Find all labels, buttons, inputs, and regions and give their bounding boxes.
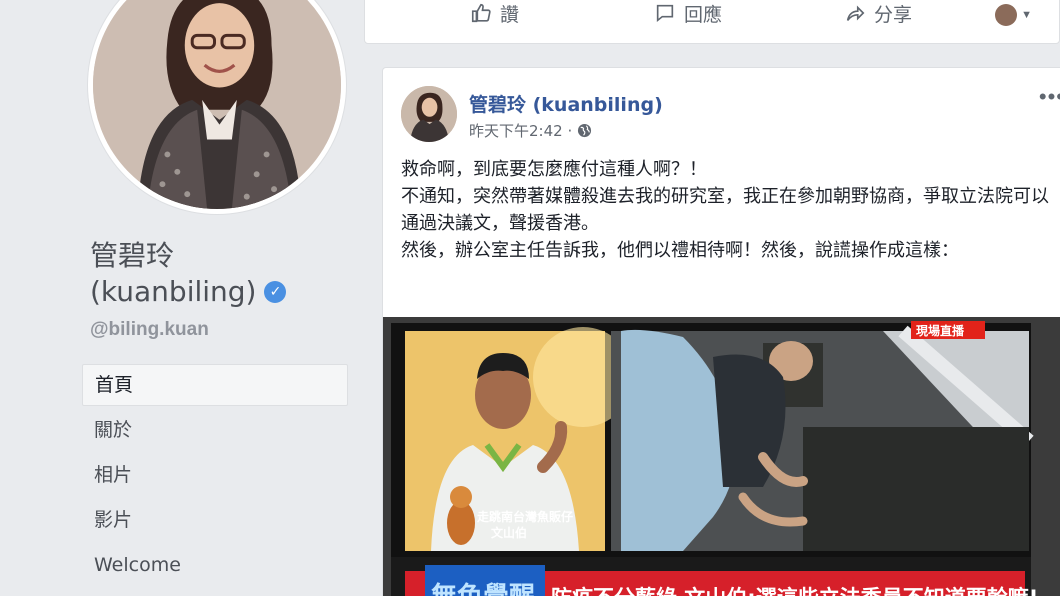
tv-ticker-text: 防疫不分藍綠 文山伯:選這些立法委員不知道要幹嘛! xyxy=(551,586,1038,596)
profile-sidebar: 管碧玲 (kuanbiling) ✓ @biling.kuan 首頁 關於 相片… xyxy=(0,0,365,596)
post-paragraph: 救命啊，到底要怎麼應付這種人啊？！ xyxy=(401,159,707,180)
tv-screenshot-image: 走跳南台灣魚販仔 文山伯 現場直播 無色覺醒 防疫不分藍綠 文山伯:選這些立法委… xyxy=(383,317,1060,596)
comment-label: 回應 xyxy=(684,3,723,26)
post-options-button[interactable]: ••• xyxy=(1039,84,1060,110)
post-paragraph: 不通知，突然帶著媒體殺進去我的研究室，我正在參加朝野協商，爭取立法院可以通過決議… xyxy=(401,186,1049,234)
post-photo[interactable]: 走跳南台灣魚販仔 文山伯 現場直播 無色覺醒 防疫不分藍綠 文山伯:選這些立法委… xyxy=(383,317,1060,596)
nav-item-photos[interactable]: 相片 xyxy=(82,454,348,499)
post-timestamp[interactable]: 昨天下午2:42 · xyxy=(469,120,572,141)
globe-icon xyxy=(578,123,592,138)
share-as-selector[interactable]: ▼ xyxy=(995,4,1032,26)
profile-name[interactable]: 管碧玲 (kuanbiling) ✓ xyxy=(90,238,355,310)
share-as-avatar xyxy=(995,4,1018,26)
tv-ticker-logo: 無色覺醒 xyxy=(431,581,535,596)
like-button[interactable]: 讚 xyxy=(470,0,519,28)
tv-caption-show: 走跳南台灣魚販仔 xyxy=(477,509,573,524)
profile-name-line1: 管碧玲 xyxy=(90,239,175,272)
nav-item-home[interactable]: 首頁 xyxy=(82,364,348,406)
like-label: 讚 xyxy=(500,3,520,26)
previous-post-actions: 讚 回應 分享 ▼ xyxy=(382,0,1060,40)
verified-badge-icon: ✓ xyxy=(264,281,287,303)
share-label: 分享 xyxy=(874,3,913,26)
page-nav: 首頁 關於 相片 影片 Welcome xyxy=(82,364,348,589)
author-avatar-image xyxy=(401,86,457,142)
nav-item-welcome[interactable]: Welcome xyxy=(82,544,348,589)
tv-caption-name: 文山伯 xyxy=(491,525,527,540)
profile-picture[interactable] xyxy=(88,0,346,214)
post-card: 管碧玲 (kuanbiling) 昨天下午2:42 · ••• 救命啊，到底要怎… xyxy=(382,67,1060,596)
post-author-name[interactable]: 管碧玲 (kuanbiling) xyxy=(469,90,663,117)
nav-item-about[interactable]: 關於 xyxy=(82,409,348,454)
nav-item-videos[interactable]: 影片 xyxy=(82,499,348,544)
profile-username[interactable]: @biling.kuan xyxy=(90,319,209,341)
post-author-avatar[interactable] xyxy=(401,86,457,142)
profile-photo-image xyxy=(93,0,341,209)
post-paragraph: 然後，辦公室主任告訴我，他們以禮相待啊！然後，說謊操作成這樣： xyxy=(401,240,959,261)
tv-live-badge: 現場直播 xyxy=(916,323,965,338)
thumbs-up-icon xyxy=(471,3,491,23)
share-arrow-icon xyxy=(846,5,865,21)
chevron-down-icon: ▼ xyxy=(1021,9,1032,21)
share-button[interactable]: 分享 xyxy=(844,0,912,28)
comment-icon xyxy=(656,4,674,23)
profile-name-line2: (kuanbiling) xyxy=(90,275,257,308)
post-meta: 昨天下午2:42 · xyxy=(469,120,592,141)
comment-button[interactable]: 回應 xyxy=(654,0,722,28)
post-body: 救命啊，到底要怎麼應付這種人啊？！ 不通知，突然帶著媒體殺進去我的研究室，我正在… xyxy=(401,156,1060,264)
